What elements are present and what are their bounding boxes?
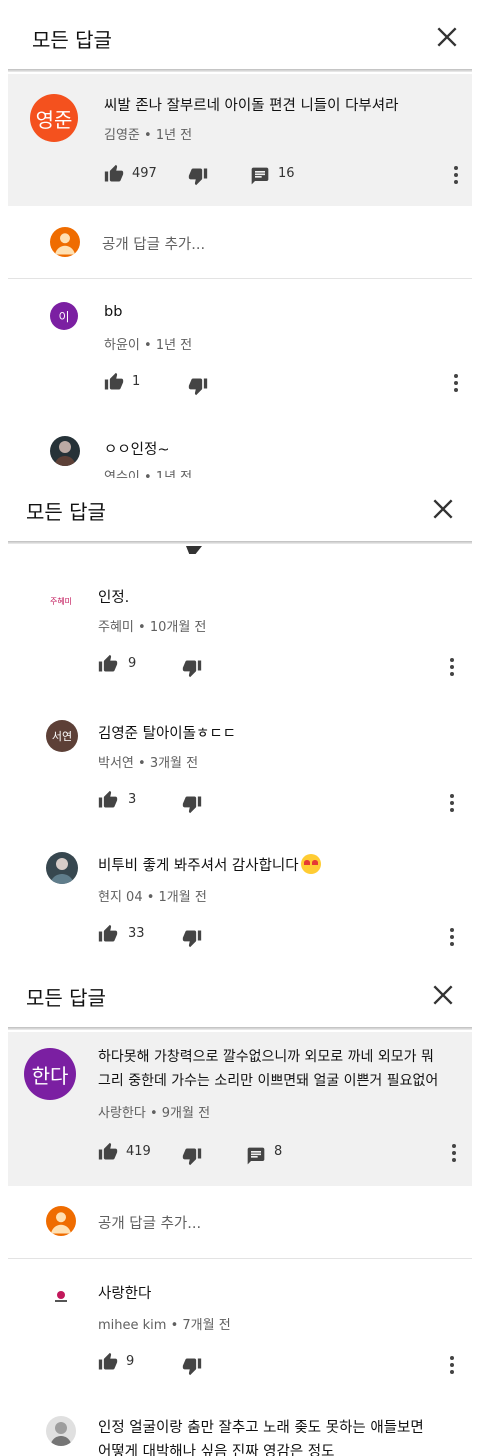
more-options-icon[interactable]	[448, 926, 456, 948]
thumbs-down-icon-partial	[186, 546, 202, 554]
thumbs-down-icon[interactable]	[182, 1146, 202, 1166]
divider	[8, 278, 472, 279]
reply-meta: 현지 04 • 1개월 전	[98, 890, 207, 905]
reply-text: bb	[104, 304, 123, 320]
thumbs-up-icon[interactable]	[98, 790, 118, 810]
page-title: 모든 답글	[26, 986, 106, 1010]
more-options-icon[interactable]	[448, 1354, 456, 1376]
avatar[interactable]	[50, 436, 80, 466]
thumbs-up-icon[interactable]	[98, 1142, 118, 1162]
thumbs-up-icon[interactable]	[104, 372, 124, 392]
thumbs-down-icon[interactable]	[182, 928, 202, 948]
user-avatar	[50, 227, 80, 257]
avatar[interactable]: 주혜미	[44, 584, 78, 618]
reply-icon[interactable]	[246, 1146, 266, 1166]
header-divider	[8, 541, 472, 544]
avatar[interactable]: 이	[50, 302, 78, 330]
reply-meta: mihee kim • 7개월 전	[98, 1318, 231, 1333]
avatar[interactable]	[46, 1416, 76, 1446]
more-options-icon[interactable]	[452, 372, 460, 394]
comment-meta: 사랑한다 • 9개월 전	[98, 1106, 211, 1121]
reply-count: 8	[274, 1144, 283, 1159]
page-title: 모든 답글	[26, 500, 106, 524]
like-count: 9	[128, 656, 137, 671]
add-reply-field[interactable]: 공개 답글 추가...	[0, 220, 480, 264]
reply-icon[interactable]	[250, 166, 270, 186]
more-options-icon[interactable]	[448, 656, 456, 678]
avatar[interactable]: 서연	[46, 720, 78, 752]
reply-text: 김영준 탈아이돌ㅎㄷㄷ	[98, 726, 237, 742]
thumbs-down-icon[interactable]	[182, 794, 202, 814]
like-count: 1	[132, 374, 141, 389]
comment-meta: 김영준 • 1년 전	[104, 128, 193, 143]
comment-text-line-2: 그리 중한데 가수는 소리만 이쁘면돼 얼굴 이쁜거 필요없어	[98, 1073, 439, 1089]
add-reply-placeholder: 공개 답글 추가...	[98, 1216, 202, 1232]
reply-count: 16	[278, 166, 295, 181]
avatar[interactable]	[46, 1282, 76, 1312]
header-divider	[8, 69, 472, 72]
like-count: 497	[132, 166, 157, 181]
thumbs-up-icon[interactable]	[104, 164, 124, 184]
user-avatar	[46, 1206, 76, 1236]
close-icon[interactable]	[434, 24, 460, 50]
thumbs-down-icon[interactable]	[188, 376, 208, 396]
thumbs-up-icon[interactable]	[98, 924, 118, 944]
avatar[interactable]: 한다	[24, 1048, 76, 1100]
reply-meta: 박서연 • 3개월 전	[98, 756, 199, 771]
more-options-icon[interactable]	[450, 1142, 458, 1164]
thumbs-up-icon[interactable]	[98, 654, 118, 674]
reply-text-line-1: 인정 얼굴이랑 춤만 잘추고 노래 좆도 못하는 애들보면	[98, 1420, 424, 1436]
panel-header: 모든 답글	[0, 0, 480, 72]
reply-text-line-2: 어떻게 대박해나 싶음 진짜 영감은 정도	[98, 1444, 335, 1456]
panel-header: 모든 답글	[0, 478, 480, 544]
like-count: 33	[128, 926, 145, 941]
add-reply-field[interactable]: 공개 답글 추가...	[0, 1200, 480, 1244]
comment-text-line-1: 하다못해 가창력으로 깔수없으니까 외모로 까네 외모가 뭐	[98, 1049, 434, 1065]
reply-meta: 연수이 • 1년 전	[104, 470, 193, 478]
more-options-icon[interactable]	[448, 792, 456, 814]
reply-text: ㅇㅇ인정~	[104, 442, 170, 458]
reply-text-content: 비투비 좋게 봐주셔서 감사합니다	[98, 858, 299, 874]
like-count: 3	[128, 792, 137, 807]
avatar[interactable]: 영준	[30, 94, 78, 142]
reply-text: 비투비 좋게 봐주셔서 감사합니다	[98, 854, 321, 875]
avatar[interactable]	[46, 852, 78, 884]
comments-panel-2: 모든 답글 주혜미 인정. 주혜미 • 10개월 전 9 서연 김영준 탈아이돌…	[0, 478, 480, 962]
thumbs-down-icon[interactable]	[182, 1356, 202, 1376]
comments-panel-3: 모든 답글 한다 하다못해 가창력으로 깔수없으니까 외모로 까네 외모가 뭐 …	[0, 962, 480, 1456]
reply-meta: 하윤이 • 1년 전	[104, 338, 193, 353]
thumbs-up-icon[interactable]	[98, 1352, 118, 1372]
like-count: 419	[126, 1144, 151, 1159]
close-icon[interactable]	[430, 982, 456, 1008]
divider	[8, 1258, 472, 1259]
heart-eyes-emoji-icon	[300, 854, 321, 874]
page-title: 모든 답글	[32, 28, 112, 52]
reply-text: 인정.	[98, 590, 130, 606]
thumbs-down-icon[interactable]	[188, 166, 208, 186]
header-divider	[8, 1027, 472, 1030]
reply-meta: 주혜미 • 10개월 전	[98, 620, 207, 635]
main-comment: 한다 하다못해 가창력으로 깔수없으니까 외모로 까네 외모가 뭐 그리 중한데…	[8, 1032, 472, 1186]
like-count: 9	[126, 1354, 135, 1369]
thumbs-down-icon[interactable]	[182, 658, 202, 678]
comments-panel-1: 모든 답글 영준 씨발 존나 잘부르네 아이돌 편견 니들이 다부셔라 김영준 …	[0, 0, 480, 478]
more-options-icon[interactable]	[452, 164, 460, 186]
comment-text: 씨발 존나 잘부르네 아이돌 편견 니들이 다부셔라	[104, 98, 399, 114]
main-comment: 영준 씨발 존나 잘부르네 아이돌 편견 니들이 다부셔라 김영준 • 1년 전…	[8, 74, 472, 206]
add-reply-placeholder: 공개 답글 추가...	[102, 237, 206, 253]
close-icon[interactable]	[430, 496, 456, 522]
panel-header: 모든 답글	[0, 962, 480, 1030]
reply-text: 사랑한다	[98, 1286, 152, 1302]
